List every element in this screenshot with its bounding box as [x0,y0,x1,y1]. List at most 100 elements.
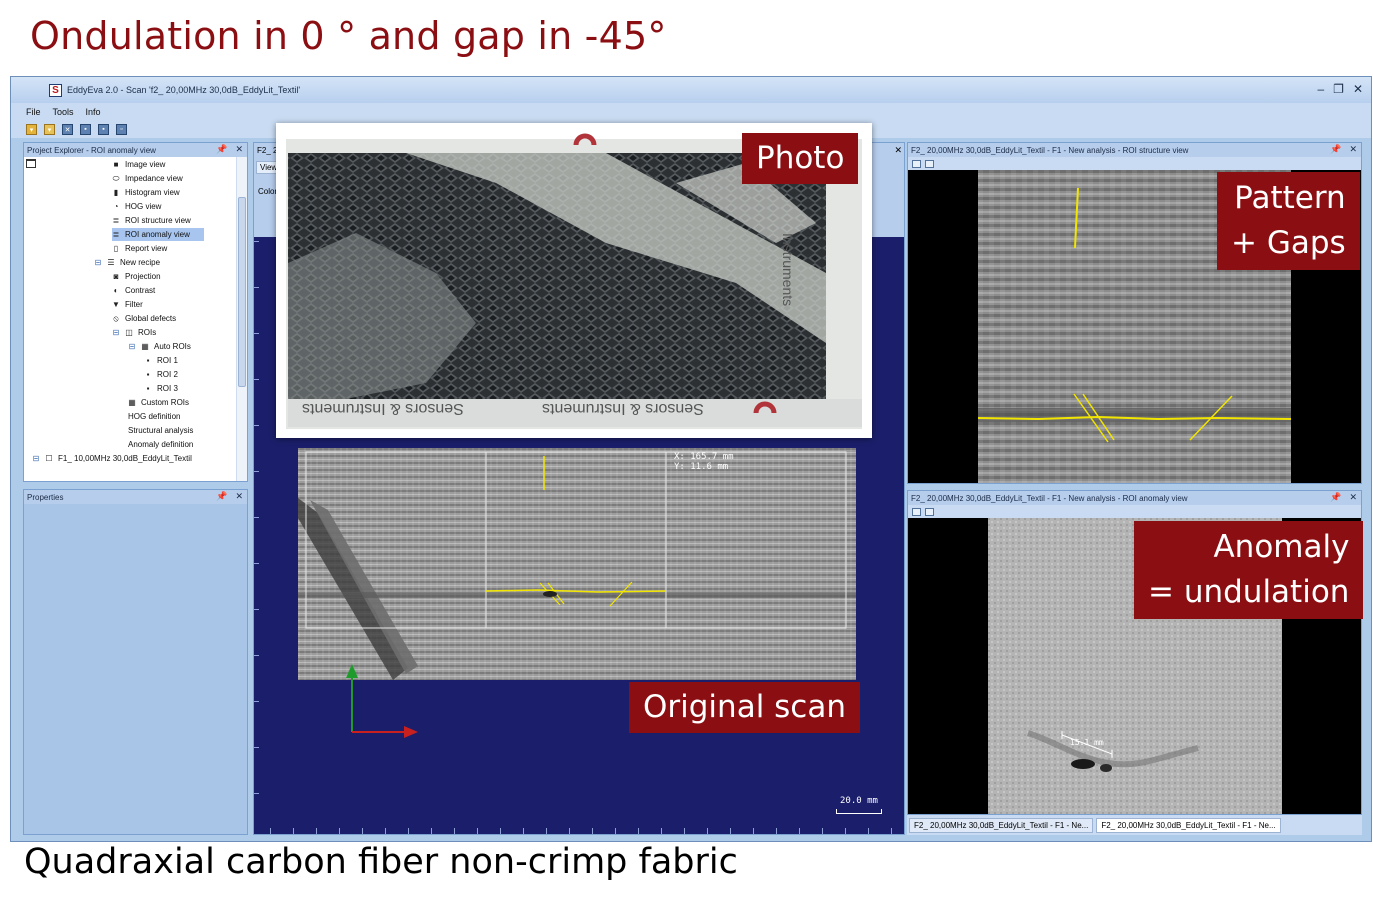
photo-print-brand-left: Sensors & Instruments [302,400,464,417]
export-icon[interactable]: ▫ [116,124,127,135]
pin-icon[interactable]: 📌 [1330,144,1341,155]
close-icon[interactable]: ✕ [1353,82,1363,96]
report-icon: ▯ [113,244,119,253]
tree-item[interactable]: ▪ ROI 1 [144,354,178,367]
horizontal-ruler [262,826,904,834]
anomaly-label: Anomaly = undulation [1134,521,1364,619]
tree-item[interactable]: ▯ Report view [112,242,167,255]
ruler-tick [730,828,731,834]
rois-icon: ◫ [125,328,133,337]
save-icon[interactable]: ▪ [80,124,91,135]
tree-item[interactable]: ▼ Filter [112,298,143,311]
tree-item-label: Impedance view [125,174,183,183]
ruler-tick [684,828,685,834]
ruler-tick [254,471,259,472]
collapse-toggle-icon[interactable]: ⊟ [128,342,136,351]
ruler-tick [523,828,524,834]
pin-icon[interactable]: 📌 [1330,492,1341,503]
explorer-scrollbar[interactable] [236,157,247,481]
menubar: File Tools Info [11,103,1371,121]
open-folder-icon[interactable]: ▾ [26,124,37,135]
close-icon[interactable]: ✕ [1349,144,1357,155]
ruler-tick [615,828,616,834]
document-tab-1[interactable]: F2_ 20,00MHz 30,0dB_EddyLit_Textil - F1 … [909,817,1094,833]
ruler-tick [254,747,259,748]
ruler-tick [592,828,593,834]
tree-item-label: HOG definition [128,412,181,421]
menu-tools[interactable]: Tools [53,107,74,117]
tree-item[interactable]: ◔ HOG view [112,200,162,213]
ruler-tick [270,828,271,834]
properties-panel: Properties 📌 ✕ [23,489,248,835]
tree-item[interactable]: ⦸ Global defects [112,312,176,325]
open-scan-icon[interactable]: ▾ [44,124,55,135]
tree-item[interactable]: ◙ Projection [112,270,161,283]
original-scan-label: Original scan [629,682,860,734]
tree-item-label: Contrast [125,286,156,295]
ruler-tick [254,701,259,702]
tree-item[interactable]: ⊟ ☰ New recipe [94,256,160,269]
slide-title: Ondulation in 0 ° and gap in -45° [30,14,667,58]
pin-icon[interactable]: 📌 [216,491,227,502]
filter-icon: ▼ [112,300,120,309]
ruler-tick [477,828,478,834]
save-all-icon[interactable]: ▪ [98,124,109,135]
tree-item[interactable]: ⊟ ▦ Auto ROIs [128,340,191,353]
window-title: EddyEva 2.0 - Scan 'f2_ 20,00MHz 30,0dB_… [67,85,301,95]
tree-item[interactable]: ⊟ ◫ ROIs [112,326,157,339]
ruler-tick [254,563,259,564]
tree-item-label: Filter [125,300,143,309]
tree-item[interactable]: ◐ Contrast [112,284,156,297]
ruler-tick [385,828,386,834]
tree-item[interactable]: ▪ ROI 3 [144,382,178,395]
ruler-tick [454,828,455,834]
close-icon[interactable]: ✕ [894,145,902,156]
ruler-tick [254,609,259,610]
photo-print-brand-vertical: Instruments [780,233,796,307]
close-icon[interactable]: ✕ [235,491,243,502]
tree-item-label: ROI 3 [157,384,178,393]
ruler-tick [891,828,892,834]
ruler-tick [254,287,259,288]
tree-item[interactable]: ▮ Histogram view [112,186,180,199]
zoom-icon[interactable] [912,507,921,516]
tree-item[interactable]: ≣ ROI structure view [112,214,191,227]
original-scan-image: X: 165.7 mm Y: 11.6 mm [298,448,856,680]
image-settings-icon[interactable] [925,159,934,168]
tree-item[interactable]: ⬭ Impedance view [112,172,183,185]
tree-item-label: Custom ROIs [141,398,190,407]
close-icon[interactable]: ✕ [235,144,243,155]
tree-item[interactable]: ⊟ ☐ F1_ 10,00MHz 30,0dB_EddyLit_Textil [32,452,192,465]
tree-item-label: ROI 1 [157,356,178,365]
menu-file[interactable]: File [26,107,41,117]
tree-item-label: ROI structure view [125,216,191,225]
tree-item-label: Structural analysis [128,426,194,435]
tree-item[interactable]: Anomaly definition [128,438,193,451]
close-scan-icon[interactable]: ✕ [62,124,73,135]
minimize-icon[interactable]: – [1317,82,1324,96]
document-tabs: F2_ 20,00MHz 30,0dB_EddyLit_Textil - F1 … [907,815,1362,835]
tree-item[interactable]: ≣ ROI anomaly view [112,228,204,241]
photo-print-brand-right: Sensors & Instruments [542,400,704,417]
grid-icon: ▦ [141,342,149,351]
collapse-toggle-icon[interactable]: ⊟ [32,454,40,463]
tree-item[interactable]: ▪ ROI 2 [144,368,178,381]
restore-icon[interactable]: ❐ [1333,82,1344,96]
tree-item[interactable]: Structural analysis [128,424,193,437]
tree-item[interactable]: ■ Image view [112,158,166,171]
contrast-icon: ◐ [113,286,119,295]
scroll-thumb[interactable] [238,197,246,387]
document-tab-2[interactable]: F2_ 20,00MHz 30,0dB_EddyLit_Textil - F1 … [1096,817,1281,833]
collapse-toggle-icon[interactable]: ⊟ [94,258,102,267]
photo-label: Photo [742,133,859,185]
collapse-toggle-icon[interactable]: ⊟ [112,328,120,337]
menu-info[interactable]: Info [86,107,101,117]
image-settings-icon[interactable] [925,507,934,516]
tree-item[interactable]: HOG definition [128,410,180,423]
ruler-tick [753,828,754,834]
pin-icon[interactable]: 📌 [216,144,227,155]
tree-item[interactable]: ▦ Custom ROIs [128,396,189,409]
zoom-icon[interactable] [912,159,921,168]
camera-icon: ◙ [113,272,119,281]
close-icon[interactable]: ✕ [1349,492,1357,503]
